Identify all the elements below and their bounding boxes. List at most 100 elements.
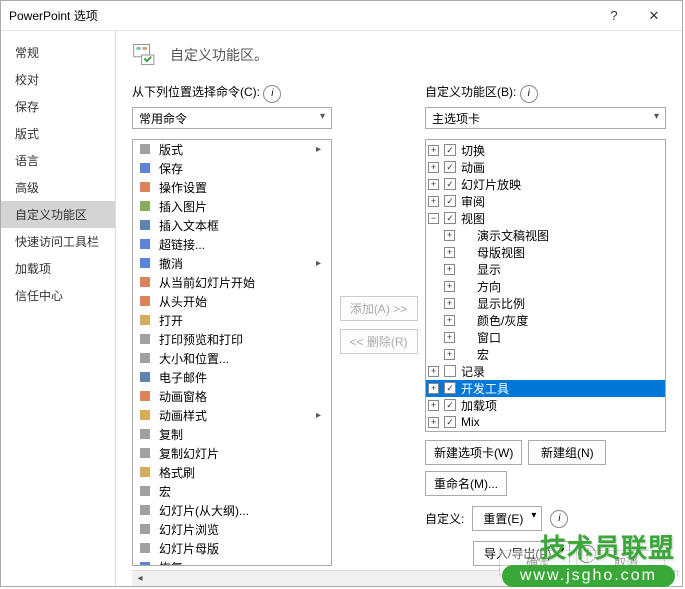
expand-icon[interactable]: + [444,298,455,309]
tree-row[interactable]: +✓幻灯片放映 [426,176,665,193]
expand-icon[interactable]: + [444,349,455,360]
command-icon [137,179,153,195]
ribbon-tree[interactable]: +✓切换+✓动画+✓幻灯片放映+✓审阅−✓视图+演示文稿视图+母版视图+显示+方… [425,139,666,433]
command-item[interactable]: 保存 [133,159,331,178]
checkbox[interactable]: ✓ [444,195,456,207]
rename-button[interactable]: 重命名(M)... [425,471,507,496]
expand-icon[interactable]: + [428,383,439,394]
command-item[interactable]: 从当前幻灯片开始 [133,273,331,292]
tree-row[interactable]: +✓切换 [426,142,665,159]
command-item[interactable]: 大小和位置... [133,349,331,368]
expand-icon[interactable]: + [428,162,439,173]
command-label: 幻灯片浏览 [159,521,219,538]
commands-from-select[interactable]: 常用命令 [132,107,332,129]
new-group-button[interactable]: 新建组(N) [528,440,606,465]
command-item[interactable]: 电子邮件 [133,368,331,387]
command-item[interactable]: 恢复 [133,558,331,567]
checkbox[interactable]: ✓ [444,144,456,156]
command-label: 宏 [159,483,171,500]
checkbox[interactable]: ✓ [444,212,456,224]
info-icon[interactable]: i [520,85,538,103]
close-button[interactable]: ✕ [634,2,674,30]
command-item[interactable]: 插入文本框 [133,216,331,235]
tree-label: 动画 [461,159,485,176]
expand-icon[interactable]: + [428,145,439,156]
tree-row[interactable]: + ✓ 动画 [426,159,665,176]
command-item[interactable]: 撤消▸ [133,254,331,273]
command-item[interactable]: 超链接... [133,235,331,254]
command-item[interactable]: 幻灯片母版 [133,539,331,558]
remove-button[interactable]: << 删除(R) [340,329,418,354]
ribbon-select[interactable]: 主选项卡 [425,107,666,129]
expand-icon[interactable]: + [428,366,439,377]
tree-row[interactable]: +显示 [426,261,665,278]
checkbox[interactable] [444,365,456,377]
checkbox[interactable]: ✓ [444,161,456,173]
expand-icon[interactable]: − [428,213,439,224]
new-tab-button[interactable]: 新建选项卡(W) [425,440,522,465]
tree-row[interactable]: +宏 [426,346,665,363]
command-item[interactable]: 打开 [133,311,331,330]
command-item[interactable]: 打印预览和打印 [133,330,331,349]
expand-icon[interactable]: + [444,247,455,258]
sidebar-item[interactable]: 保存 [1,93,115,120]
sidebar-item[interactable]: 版式 [1,120,115,147]
checkbox[interactable]: ✓ [444,382,456,394]
scroll-left-icon[interactable]: ◂ [132,573,148,584]
tree-row[interactable]: +方向 [426,278,665,295]
add-button[interactable]: 添加(A) >> [340,296,418,321]
expand-icon[interactable]: + [428,196,439,207]
command-item[interactable]: 动画窗格 [133,387,331,406]
sidebar-item[interactable]: 校对 [1,66,115,93]
sidebar-item[interactable]: 常规 [1,39,115,66]
tree-row[interactable]: +✓Mix [426,414,665,431]
command-item[interactable]: 复制幻灯片 [133,444,331,463]
checkbox[interactable]: ✓ [444,178,456,190]
command-item[interactable]: 幻灯片(从大纲)... [133,501,331,520]
command-icon [137,483,153,499]
tree-row[interactable]: +显示比例 [426,295,665,312]
tree-row[interactable]: +✓开发工具 [426,380,665,397]
command-item[interactable]: 复制 [133,425,331,444]
tree-row[interactable]: +窗口 [426,329,665,346]
expand-icon[interactable]: + [428,417,439,428]
command-item[interactable]: 操作设置 [133,178,331,197]
command-item[interactable]: 格式刷 [133,463,331,482]
command-icon [137,198,153,214]
expand-icon[interactable]: + [428,179,439,190]
commands-listbox[interactable]: 版式▸保存操作设置插入图片插入文本框超链接...撤消▸从当前幻灯片开始从头开始打… [132,139,332,567]
command-item[interactable]: 幻灯片浏览 [133,520,331,539]
command-item[interactable]: 版式▸ [133,140,331,159]
info-icon[interactable]: i [550,510,568,528]
command-label: 大小和位置... [159,350,229,367]
info-icon[interactable]: i [263,85,281,103]
checkbox[interactable]: ✓ [444,399,456,411]
expand-icon[interactable]: + [444,230,455,241]
sidebar-item[interactable]: 自定义功能区 [1,201,115,228]
expand-icon[interactable]: + [444,281,455,292]
command-item[interactable]: 插入图片 [133,197,331,216]
tree-row[interactable]: +✓审阅 [426,193,665,210]
expand-icon[interactable]: + [444,264,455,275]
sidebar-item[interactable]: 高级 [1,174,115,201]
sidebar-item[interactable]: 加载项 [1,255,115,282]
checkbox[interactable]: ✓ [444,416,456,428]
command-label: 操作设置 [159,179,207,196]
tree-row[interactable]: +母版视图 [426,244,665,261]
tree-row[interactable]: +颜色/灰度 [426,312,665,329]
expand-icon[interactable]: + [444,332,455,343]
tree-row[interactable]: −✓视图 [426,210,665,227]
tree-row[interactable]: +演示文稿视图 [426,227,665,244]
tree-row[interactable]: +✓加载项 [426,397,665,414]
help-button[interactable]: ? [594,2,634,30]
expand-icon[interactable]: + [428,400,439,411]
command-item[interactable]: 从头开始 [133,292,331,311]
command-icon [137,217,153,233]
tree-row[interactable]: +记录 [426,363,665,380]
command-item[interactable]: 动画样式▸ [133,406,331,425]
expand-icon[interactable]: + [444,315,455,326]
sidebar-item[interactable]: 快速访问工具栏 [1,228,115,255]
command-item[interactable]: 宏 [133,482,331,501]
sidebar-item[interactable]: 语言 [1,147,115,174]
sidebar-item[interactable]: 信任中心 [1,282,115,309]
